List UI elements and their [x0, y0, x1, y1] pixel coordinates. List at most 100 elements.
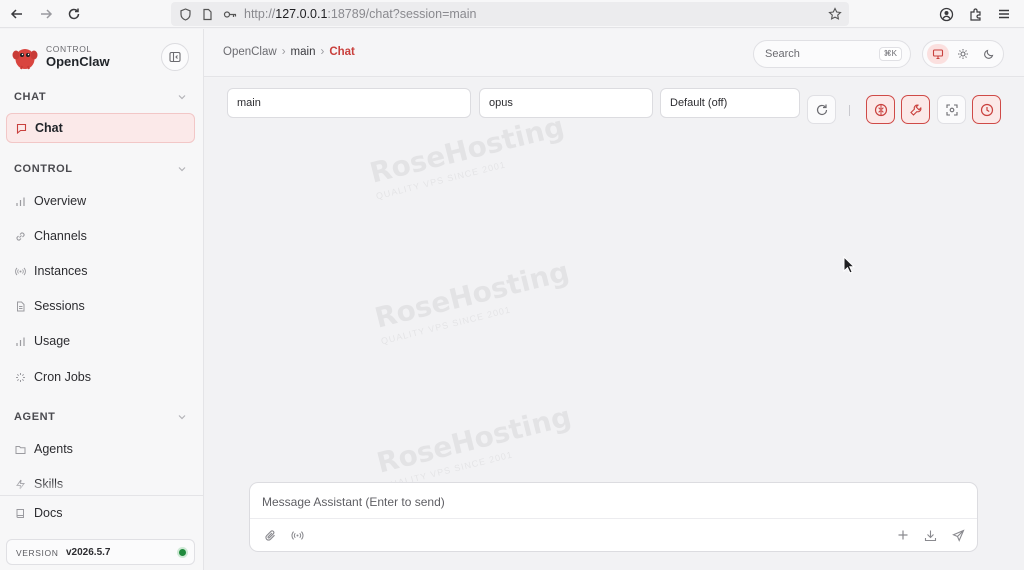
focus-mode-button[interactable] — [937, 95, 966, 124]
paperclip-icon — [264, 529, 275, 541]
section-control-label[interactable]: CONTROL — [14, 163, 73, 175]
browser-toolbar: http://127.0.0.1:18789/chat?session=main — [0, 0, 1024, 28]
voice-button[interactable] — [288, 526, 306, 544]
thinking-toggle-button[interactable] — [866, 95, 895, 124]
breadcrumb-current: Chat — [329, 46, 355, 58]
breadcrumb-item[interactable]: OpenClaw — [223, 46, 277, 58]
search-input[interactable]: Search ⌘K — [753, 40, 911, 68]
watermark: RoseHosting QUALITY VPS SINCE 2001 — [371, 254, 573, 347]
page-icon[interactable] — [197, 4, 217, 24]
sidebar-item-docs[interactable]: Docs — [6, 498, 195, 528]
sidebar-item-usage[interactable]: Usage — [6, 326, 195, 356]
thinking-value: Default (off) — [670, 97, 728, 109]
url-bar[interactable]: http://127.0.0.1:18789/chat?session=main — [171, 2, 849, 26]
session-value: main — [237, 97, 261, 109]
version-value: v2026.5.7 — [66, 547, 111, 558]
sidebar-item-label: Cron Jobs — [34, 370, 91, 384]
chat-bubble-icon — [16, 123, 27, 134]
model-select[interactable]: opus — [479, 88, 653, 118]
clock-icon — [980, 103, 993, 116]
radio-signal-icon — [291, 530, 303, 540]
section-agent-label[interactable]: AGENT — [14, 411, 56, 423]
chevron-down-icon[interactable] — [176, 411, 188, 423]
sidebar-item-agents[interactable]: Agents — [6, 434, 195, 464]
loader-icon — [15, 372, 26, 383]
wrench-icon — [909, 104, 921, 116]
sidebar-item-instances[interactable]: Instances — [6, 256, 195, 286]
menu-icon[interactable] — [994, 4, 1014, 24]
new-session-button[interactable] — [894, 526, 912, 544]
refresh-button[interactable] — [807, 95, 836, 124]
shield-icon[interactable] — [175, 4, 195, 24]
sidebar-item-overview[interactable]: Overview — [6, 186, 195, 216]
search-shortcut: ⌘K — [878, 47, 902, 61]
sidebar: CONTROL OpenClaw CHAT Chat CONTROL Overv… — [0, 29, 204, 570]
theme-system-button[interactable] — [927, 44, 949, 64]
toolbar-divider — [849, 105, 850, 116]
export-button[interactable] — [921, 526, 939, 544]
sidebar-item-label: Overview — [34, 194, 87, 208]
send-button[interactable] — [949, 526, 967, 544]
section-chat-label[interactable]: CHAT — [14, 91, 46, 103]
refresh-icon — [816, 104, 827, 115]
chevron-down-icon[interactable] — [176, 91, 188, 103]
breadcrumb-item[interactable]: main — [291, 46, 316, 58]
reload-icon[interactable] — [64, 4, 84, 24]
version-label: VERSION — [16, 548, 59, 558]
sidebar-item-chat[interactable]: Chat — [6, 113, 195, 143]
session-select[interactable]: main — [227, 88, 471, 118]
brain-icon — [874, 103, 887, 116]
book-icon — [15, 508, 26, 519]
sidebar-item-sessions[interactable]: Sessions — [6, 291, 195, 321]
sidebar-collapse-icon — [169, 51, 181, 63]
account-icon[interactable] — [936, 4, 956, 24]
forward-icon[interactable] — [36, 4, 56, 24]
watermark: RoseHosting QUALITY VPS SINCE 2001 — [366, 109, 568, 202]
watermark: RoseHosting QUALITY VPS SINCE 2001 — [373, 399, 575, 492]
breadcrumb-separator: › — [281, 46, 286, 58]
focus-icon — [945, 103, 958, 116]
sidebar-item-label: Usage — [34, 334, 71, 348]
mouse-cursor-icon — [843, 256, 855, 274]
monitor-icon — [932, 49, 944, 60]
theme-light-button[interactable] — [952, 44, 974, 64]
attach-button[interactable] — [261, 526, 279, 544]
version-badge: VERSION v2026.5.7 — [6, 539, 195, 565]
breadcrumb-separator: › — [320, 46, 325, 58]
key-icon[interactable] — [220, 4, 240, 24]
tools-toggle-button[interactable] — [901, 95, 930, 124]
sidebar-item-label: Sessions — [34, 299, 85, 313]
history-button[interactable] — [972, 95, 1001, 124]
message-composer[interactable]: Message Assistant (Enter to send) — [249, 482, 978, 552]
sidebar-item-channels[interactable]: Channels — [6, 221, 195, 251]
sidebar-item-label: Channels — [34, 229, 87, 243]
chat-area: RoseHosting QUALITY VPS SINCE 2001 RoseHo… — [204, 78, 1024, 570]
star-icon[interactable] — [825, 4, 845, 24]
status-indicator — [179, 549, 186, 556]
sidebar-item-label: Agents — [34, 442, 73, 456]
sidebar-divider — [0, 495, 203, 496]
document-icon — [15, 301, 26, 312]
thinking-select[interactable]: Default (off) — [660, 88, 800, 118]
message-input[interactable]: Message Assistant (Enter to send) — [262, 495, 445, 509]
sun-icon — [958, 49, 968, 59]
breadcrumb: OpenClaw › main › Chat — [223, 46, 355, 58]
moon-icon — [984, 49, 994, 59]
chevron-down-icon[interactable] — [176, 163, 188, 175]
url-text: http://127.0.0.1:18789/chat?session=main — [244, 7, 477, 21]
sidebar-item-cron-jobs[interactable]: Cron Jobs — [6, 362, 195, 392]
back-icon[interactable] — [7, 4, 27, 24]
topbar: OpenClaw › main › Chat Search ⌘K — [204, 29, 1024, 77]
composer-divider — [250, 518, 977, 519]
theme-dark-button[interactable] — [978, 44, 1000, 64]
send-icon — [951, 528, 965, 542]
brand-kicker: CONTROL — [46, 44, 92, 54]
bar-chart-icon — [15, 336, 26, 347]
link-icon — [15, 231, 26, 242]
bar-chart-icon — [15, 196, 26, 207]
collapse-sidebar-button[interactable] — [161, 43, 189, 71]
extensions-icon[interactable] — [965, 4, 985, 24]
download-icon — [924, 530, 936, 541]
sidebar-item-label: Instances — [34, 264, 88, 278]
plus-icon — [898, 530, 908, 540]
